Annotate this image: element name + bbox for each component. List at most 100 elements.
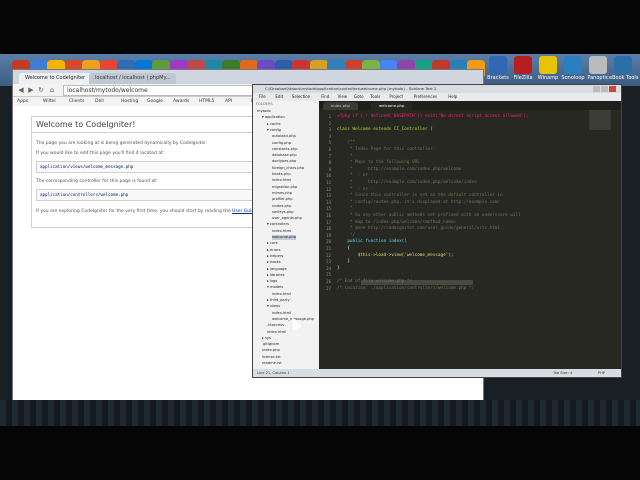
file-tree-item[interactable]: ▸ cache [267,122,281,127]
code-line[interactable]: * Maps to the following URL [337,160,420,165]
code-line[interactable]: * Since this controller is set as the de… [337,193,503,198]
home-icon[interactable]: ⌂ [48,86,56,94]
file-tree-item[interactable]: index.html [272,229,291,234]
forward-icon[interactable]: ▶ [27,86,35,94]
address-bar[interactable]: localhost/mytodo/welcome [63,85,268,96]
file-tree-item[interactable]: smileys.php [272,210,294,215]
bookmark-item[interactable]: Google [147,98,163,105]
minimap[interactable] [589,110,611,130]
code-line[interactable]: * Index Page for this controller. [337,147,435,152]
code-line[interactable]: /** [337,140,355,145]
tab-index-php[interactable]: index.php [323,102,358,110]
tab-size[interactable]: Tab Size: 4 [553,370,572,376]
menu-item[interactable]: View [338,94,348,100]
file-tree-item[interactable]: ▾ controllers [267,222,289,227]
file-tree-item[interactable]: index.html [272,311,291,316]
menu-item[interactable]: Help [448,94,457,100]
bookmark-item[interactable]: Dell [95,98,104,105]
code-line[interactable]: * - or - [337,173,373,178]
desktop-shortcut[interactable]: Sonoloop [559,56,587,81]
file-tree-item[interactable]: ▸ hooks [267,260,281,265]
file-tree-item[interactable]: ▸ sys [262,336,271,341]
file-tree-item[interactable]: autoload.php [272,134,296,139]
minimize-icon[interactable] [593,86,600,92]
file-tree-item[interactable]: ▾ config [267,128,281,133]
menu-item[interactable]: Tools [370,94,380,100]
code-line[interactable]: * config/routes.php, it's displayed at h… [337,200,500,205]
desktop-shortcut[interactable]: FileZilla [509,56,537,81]
file-tree-item[interactable]: index.html [267,330,286,335]
menu-item[interactable]: Edit [275,94,283,100]
code-line[interactable]: * http://example.com/index.php/welcome/i… [337,180,477,185]
bookmark-item[interactable]: API [225,98,232,105]
code-line[interactable]: * http://example.com/index.php/welcome [337,167,461,172]
file-tree-item[interactable]: ▸ logs [267,279,277,284]
code-line[interactable]: class Welcome extends CI_Controller { [337,127,433,132]
syntax-mode[interactable]: PHP [598,370,605,376]
desktop-shortcut[interactable]: Panoptic [584,56,612,81]
code-line[interactable]: $this->load->view('welcome_message'); [337,253,454,258]
code-line[interactable]: } [337,266,340,271]
menu-item[interactable]: Preferences [414,94,438,100]
code-line[interactable]: { [337,246,350,251]
code-line[interactable]: * map to /index.php/welcome/<method_name… [337,220,456,225]
file-tree-item[interactable]: ▾ models [267,285,283,290]
desktop-shortcut[interactable]: Brackets [484,56,512,81]
reload-icon[interactable]: ↻ [37,86,45,94]
file-tree-item[interactable]: index.html [272,292,291,297]
code-line[interactable]: /* End of file welcome.php */ [337,279,412,284]
file-tree-item[interactable]: license.txt [262,355,281,360]
code-line[interactable]: * @see http://codeigniter.com/user_guide… [337,226,500,231]
file-tree-item[interactable]: hooks.php [272,172,291,177]
browser-tab-active[interactable]: Welcome to CodeIgniter [19,73,92,84]
file-tree-item[interactable]: index.html [272,178,291,183]
file-tree-item[interactable]: constants.php [272,147,297,152]
file-tree-item[interactable]: ▸ helpers [267,254,283,259]
file-tree-item[interactable]: ▸ language [267,267,287,272]
file-tree-item[interactable]: database.php [272,153,297,158]
file-tree-item[interactable]: doctypes.php [272,159,296,164]
code-editor[interactable]: 1 <?php if ( ! defined('BASEPATH')) exit(… [319,110,621,369]
bookmark-item[interactable]: Awards [173,98,189,105]
desktop-shortcut[interactable]: eBook Tools [609,56,638,81]
tab-welcome-php[interactable]: welcome.php [371,102,413,110]
menu-item[interactable]: File [259,94,266,100]
close-icon[interactable] [609,86,616,92]
code-line[interactable]: * [337,206,353,211]
file-tree-item[interactable]: ▸ errors [267,248,281,253]
code-line[interactable]: * - or - [337,187,373,192]
code-line[interactable]: */ [337,233,355,238]
code-line[interactable]: public function index() [337,239,407,244]
desktop-shortcut[interactable]: Winamp [534,56,562,81]
file-tree-item[interactable]: index.php [262,348,280,353]
file-tree-item[interactable]: user_agents.php [272,216,302,221]
bookmark-item[interactable]: Clients [69,98,84,105]
file-tree-item[interactable]: routes.php [272,204,291,209]
back-icon[interactable]: ◀ [17,86,25,94]
code-line[interactable]: * So any other public methods not prefix… [337,213,521,218]
file-tree-item[interactable]: readme.rst [262,361,282,366]
code-line[interactable]: * [337,154,353,159]
bookmark-item[interactable]: Apps [17,98,28,105]
browser-tab-phpmyadmin[interactable]: localhost / localhost | phpMy... [89,73,177,84]
file-tree-item[interactable]: .gitignore [262,342,279,347]
file-tree-item[interactable]: mytodo [257,109,271,114]
file-tree-item[interactable]: ▸ third_party [267,298,290,303]
file-tree-item[interactable]: foreign_chars.php [272,166,304,171]
file-tree-item[interactable]: ▸ libraries [267,273,284,278]
file-tree-item[interactable]: profiler.php [272,197,292,202]
code-line[interactable]: } [337,259,350,264]
bookmark-item[interactable]: HTML5 [199,98,214,105]
menu-item[interactable]: Project [389,94,403,100]
file-tree-item[interactable]: welcome.php [272,235,297,240]
bookmark-item[interactable]: Hosting [121,98,138,105]
file-tree-item[interactable]: ▾ application [262,115,285,120]
code-line[interactable]: /* Location: ./application/controllers/w… [337,286,474,291]
file-tree-item[interactable]: ▾ views [267,304,280,309]
file-tree-item[interactable]: ▸ core [267,241,278,246]
menu-item[interactable]: Find [321,94,329,100]
code-line[interactable]: <?php if ( ! defined('BASEPATH')) exit('… [337,114,528,119]
file-tree-item[interactable]: .htaccess [267,323,284,328]
file-tree-item[interactable]: mimes.php [272,191,292,196]
bookmark-item[interactable]: Wiltel [43,98,56,105]
